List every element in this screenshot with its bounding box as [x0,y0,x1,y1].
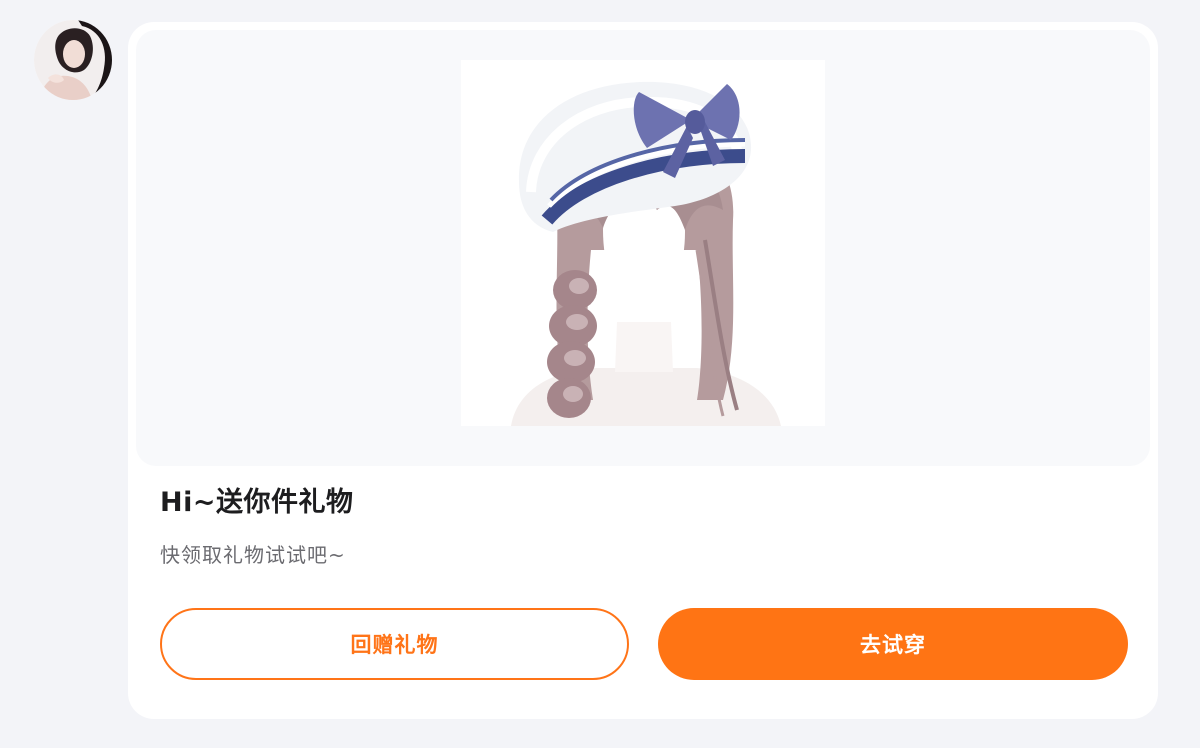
try-on-button[interactable]: 去试穿 [658,608,1128,680]
gift-title: Hi~送你件礼物 [160,487,354,518]
gift-preview-area [136,30,1150,466]
gift-card: Hi~送你件礼物 快领取礼物试试吧~ 回赠礼物 去试穿 [128,22,1158,719]
gift-subtitle: 快领取礼物试试吧~ [160,543,346,567]
avatar-photo-icon [34,20,112,100]
hairstyle-item-icon [461,60,825,426]
gift-item-image[interactable] [461,60,825,426]
sender-avatar[interactable] [34,20,112,100]
return-gift-button[interactable]: 回赠礼物 [160,608,629,680]
